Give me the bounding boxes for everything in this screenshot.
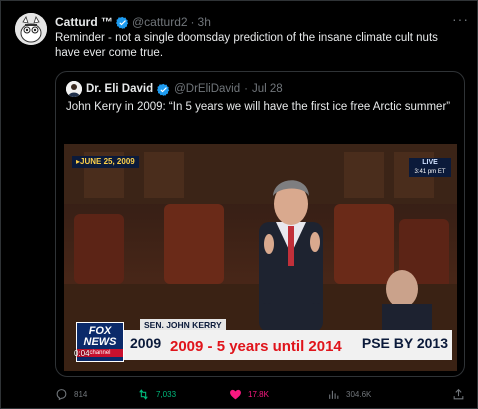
view-count: 304.6K <box>346 389 372 399</box>
quoted-author-avatar <box>66 81 82 97</box>
action-bar: 814 7,033 17.8K 304.6K <box>55 385 465 403</box>
retweet-count: 7,033 <box>156 389 177 399</box>
quoted-tweet-header: Dr. Eli David @DrEliDavid · Jul 28 <box>66 81 454 97</box>
network-name: FOX NEWS <box>83 325 117 348</box>
share-icon <box>453 388 464 399</box>
overlay-caption: 2009 - 5 years until 2014 <box>164 336 348 358</box>
heart-icon <box>230 389 241 399</box>
retweet-icon <box>139 388 148 400</box>
video-date-banner: ▸JUNE 25, 2009 <box>72 156 139 168</box>
like-button[interactable]: 17.8K <box>229 388 327 401</box>
reply-button[interactable]: 814 <box>55 388 137 401</box>
quoted-author-handle: @DrEliDavid <box>174 83 241 95</box>
separator-dot: · <box>190 15 195 29</box>
views-icon <box>329 390 339 399</box>
tweet-timestamp[interactable]: 3h <box>198 15 211 29</box>
tweet-header: Catturd ™ @catturd2 · 3h <box>55 13 467 31</box>
video-timer: 0:04 <box>74 349 90 358</box>
author-name[interactable]: Catturd ™ <box>55 15 113 29</box>
quoted-author-name: Dr. Eli David <box>86 83 154 95</box>
like-count: 17.8K <box>248 389 269 399</box>
verified-badge-icon <box>116 16 129 29</box>
more-options-icon[interactable]: ··· <box>452 11 469 27</box>
views-button[interactable]: 304.6K <box>327 388 427 401</box>
tweet-card[interactable]: Catturd ™ @catturd2 · 3h ··· Reminder - … <box>0 0 478 409</box>
quoted-tweet[interactable]: Dr. Eli David @DrEliDavid · Jul 28 John … <box>55 71 465 377</box>
lower-third-right: PSE BY 2013 <box>361 335 448 351</box>
retweet-button[interactable]: 7,033 <box>137 388 229 401</box>
lower-third-left: 2009 <box>130 335 162 351</box>
share-button[interactable] <box>452 388 465 401</box>
video-player[interactable]: ▸JUNE 25, 2009 LIVE 3:41 pm ET FOX NEWS … <box>64 144 457 371</box>
reply-icon <box>56 388 67 400</box>
quoted-tweet-timestamp: Jul 28 <box>251 83 283 95</box>
live-badge: LIVE <box>409 158 451 168</box>
author-handle[interactable]: @catturd2 <box>132 15 188 29</box>
author-avatar[interactable] <box>15 13 47 45</box>
separator-dot: · <box>244 83 248 95</box>
reply-count: 814 <box>74 389 88 399</box>
tweet-text: Reminder - not a single doomsday predict… <box>55 32 438 59</box>
quoted-tweet-text: John Kerry in 2009: “In 5 years we will … <box>66 101 451 113</box>
verified-badge-icon <box>157 83 170 96</box>
live-time: 3:41 pm ET <box>409 168 451 177</box>
